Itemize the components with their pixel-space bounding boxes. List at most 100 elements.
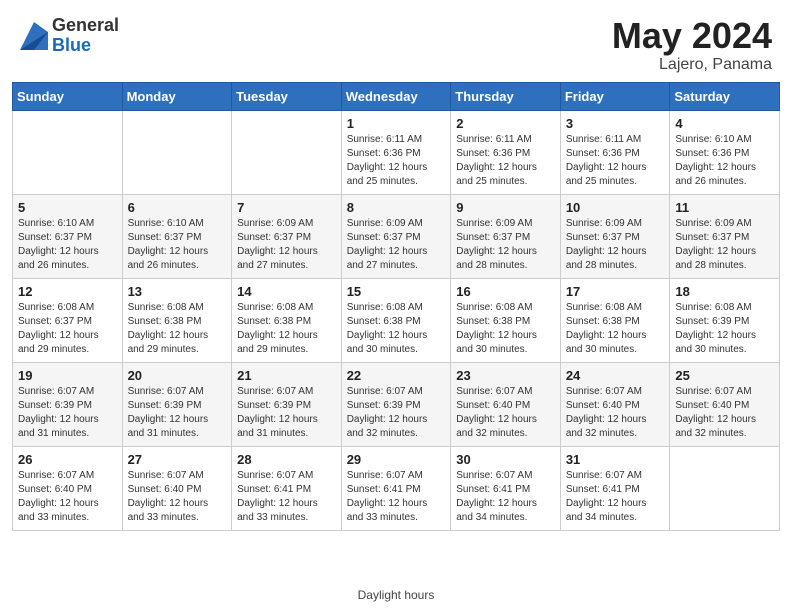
- day-info: Sunrise: 6:07 AMSunset: 6:39 PMDaylight:…: [347, 385, 446, 441]
- logo-text: General Blue: [52, 16, 119, 56]
- calendar-cell: 24 Sunrise: 6:07 AMSunset: 6:40 PMDayligh…: [560, 362, 670, 446]
- calendar-cell: 13Sunrise: 6:08 AMSunset: 6:38 PMDayligh…: [122, 278, 232, 362]
- calendar-cell: 30 Sunrise: 6:07 AMSunset: 6:41 PMDayligh…: [451, 446, 561, 530]
- day-info: Sunrise: 6:09 AMSunset: 6:37 PMDaylight:…: [566, 217, 665, 273]
- header: General Blue May 2024 Lajero, Panama: [0, 0, 792, 82]
- logo-blue-text: Blue: [52, 36, 119, 56]
- header-tuesday: Tuesday: [232, 82, 342, 110]
- day-number: 24: [566, 368, 665, 383]
- page: General Blue May 2024 Lajero, Panama Sun…: [0, 0, 792, 612]
- calendar-cell: 28 Sunrise: 6:07 AMSunset: 6:41 PMDayligh…: [232, 446, 342, 530]
- day-number: 23: [456, 368, 555, 383]
- calendar: Sunday Monday Tuesday Wednesday Thursday…: [0, 82, 792, 582]
- day-info: Sunrise: 6:10 AMSunset: 6:37 PMDaylight:…: [128, 217, 227, 273]
- header-thursday: Thursday: [451, 82, 561, 110]
- day-info: Sunrise: 6:11 AMSunset: 6:36 PMDaylight:…: [566, 133, 665, 189]
- calendar-cell: 4Sunrise: 6:10 AMSunset: 6:36 PMDaylight…: [670, 110, 780, 194]
- calendar-cell: 11Sunrise: 6:09 AMSunset: 6:37 PMDayligh…: [670, 194, 780, 278]
- calendar-cell: [122, 110, 232, 194]
- day-info: Sunrise: 6:09 AMSunset: 6:37 PMDaylight:…: [237, 217, 336, 273]
- day-number: 18: [675, 284, 774, 299]
- calendar-cell: 1 Sunrise: 6:11 AMSunset: 6:36 PMDaylight…: [341, 110, 451, 194]
- header-monday: Monday: [122, 82, 232, 110]
- day-info: Sunrise: 6:09 AMSunset: 6:37 PMDaylight:…: [456, 217, 555, 273]
- calendar-cell: 6 Sunrise: 6:10 AMSunset: 6:37 PMDaylight…: [122, 194, 232, 278]
- calendar-cell: 31Sunrise: 6:07 AMSunset: 6:41 PMDayligh…: [560, 446, 670, 530]
- calendar-cell: [232, 110, 342, 194]
- calendar-cell: 12 Sunrise: 6:08 AMSunset: 6:37 PMDayligh…: [13, 278, 123, 362]
- day-info: Sunrise: 6:07 AMSunset: 6:41 PMDaylight:…: [347, 469, 446, 525]
- day-number: 25: [675, 368, 774, 383]
- day-number: 10: [566, 200, 665, 215]
- header-sunday: Sunday: [13, 82, 123, 110]
- day-number: 4: [675, 116, 774, 131]
- day-number: 7: [237, 200, 336, 215]
- day-info: Sunrise: 6:07 AMSunset: 6:40 PMDaylight:…: [675, 385, 774, 441]
- day-number: 20: [128, 368, 227, 383]
- calendar-week-1: 1 Sunrise: 6:11 AMSunset: 6:36 PMDaylight…: [13, 110, 780, 194]
- day-info: Sunrise: 6:07 AMSunset: 6:40 PMDaylight:…: [456, 385, 555, 441]
- logo-general-text: General: [52, 16, 119, 36]
- weekday-header-row: Sunday Monday Tuesday Wednesday Thursday…: [13, 82, 780, 110]
- calendar-cell: 19Sunrise: 6:07 AMSunset: 6:39 PMDayligh…: [13, 362, 123, 446]
- calendar-title: May 2024: [612, 16, 772, 56]
- day-number: 30: [456, 452, 555, 467]
- day-info: Sunrise: 6:10 AMSunset: 6:37 PMDaylight:…: [18, 217, 117, 273]
- calendar-cell: 5 Sunrise: 6:10 AMSunset: 6:37 PMDaylight…: [13, 194, 123, 278]
- calendar-cell: 17Sunrise: 6:08 AMSunset: 6:38 PMDayligh…: [560, 278, 670, 362]
- day-info: Sunrise: 6:08 AMSunset: 6:38 PMDaylight:…: [237, 301, 336, 357]
- day-number: 5: [18, 200, 117, 215]
- calendar-cell: 2 Sunrise: 6:11 AMSunset: 6:36 PMDaylight…: [451, 110, 561, 194]
- calendar-cell: 29 Sunrise: 6:07 AMSunset: 6:41 PMDayligh…: [341, 446, 451, 530]
- day-number: 3: [566, 116, 665, 131]
- day-info: Sunrise: 6:07 AMSunset: 6:41 PMDaylight:…: [456, 469, 555, 525]
- day-number: 29: [347, 452, 446, 467]
- day-number: 14: [237, 284, 336, 299]
- calendar-cell: 22 Sunrise: 6:07 AMSunset: 6:39 PMDayligh…: [341, 362, 451, 446]
- calendar-cell: 9 Sunrise: 6:09 AMSunset: 6:37 PMDaylight…: [451, 194, 561, 278]
- day-info: Sunrise: 6:07 AMSunset: 6:39 PMDaylight:…: [18, 385, 117, 441]
- header-wednesday: Wednesday: [341, 82, 451, 110]
- day-info: Sunrise: 6:07 AMSunset: 6:41 PMDaylight:…: [566, 469, 665, 525]
- calendar-cell: 10 Sunrise: 6:09 AMSunset: 6:37 PMDayligh…: [560, 194, 670, 278]
- header-friday: Friday: [560, 82, 670, 110]
- day-number: 27: [128, 452, 227, 467]
- calendar-cell: 25 Sunrise: 6:07 AMSunset: 6:40 PMDayligh…: [670, 362, 780, 446]
- day-number: 6: [128, 200, 227, 215]
- calendar-cell: 20 Sunrise: 6:07 AMSunset: 6:39 PMDayligh…: [122, 362, 232, 446]
- day-number: 28: [237, 452, 336, 467]
- day-number: 9: [456, 200, 555, 215]
- day-info: Sunrise: 6:08 AMSunset: 6:38 PMDaylight:…: [347, 301, 446, 357]
- day-number: 15: [347, 284, 446, 299]
- day-info: Sunrise: 6:11 AMSunset: 6:36 PMDaylight:…: [347, 133, 446, 189]
- calendar-cell: 23 Sunrise: 6:07 AMSunset: 6:40 PMDayligh…: [451, 362, 561, 446]
- day-number: 17: [566, 284, 665, 299]
- calendar-week-4: 19Sunrise: 6:07 AMSunset: 6:39 PMDayligh…: [13, 362, 780, 446]
- calendar-week-2: 5 Sunrise: 6:10 AMSunset: 6:37 PMDaylight…: [13, 194, 780, 278]
- day-number: 22: [347, 368, 446, 383]
- title-block: May 2024 Lajero, Panama: [612, 16, 772, 74]
- day-info: Sunrise: 6:08 AMSunset: 6:39 PMDaylight:…: [675, 301, 774, 357]
- day-info: Sunrise: 6:07 AMSunset: 6:40 PMDaylight:…: [566, 385, 665, 441]
- calendar-cell: 18 Sunrise: 6:08 AMSunset: 6:39 PMDayligh…: [670, 278, 780, 362]
- footer: Daylight hours: [0, 582, 792, 612]
- day-info: Sunrise: 6:11 AMSunset: 6:36 PMDaylight:…: [456, 133, 555, 189]
- calendar-week-5: 26Sunrise: 6:07 AMSunset: 6:40 PMDayligh…: [13, 446, 780, 530]
- calendar-cell: 27 Sunrise: 6:07 AMSunset: 6:40 PMDayligh…: [122, 446, 232, 530]
- day-number: 2: [456, 116, 555, 131]
- day-info: Sunrise: 6:07 AMSunset: 6:41 PMDaylight:…: [237, 469, 336, 525]
- day-info: Sunrise: 6:08 AMSunset: 6:38 PMDaylight:…: [456, 301, 555, 357]
- day-info: Sunrise: 6:07 AMSunset: 6:39 PMDaylight:…: [237, 385, 336, 441]
- day-number: 8: [347, 200, 446, 215]
- day-info: Sunrise: 6:08 AMSunset: 6:37 PMDaylight:…: [18, 301, 117, 357]
- calendar-cell: 21Sunrise: 6:07 AMSunset: 6:39 PMDayligh…: [232, 362, 342, 446]
- day-number: 1: [347, 116, 446, 131]
- day-number: 12: [18, 284, 117, 299]
- day-info: Sunrise: 6:07 AMSunset: 6:39 PMDaylight:…: [128, 385, 227, 441]
- day-info: Sunrise: 6:07 AMSunset: 6:40 PMDaylight:…: [128, 469, 227, 525]
- logo-icon: [20, 22, 48, 50]
- day-info: Sunrise: 6:08 AMSunset: 6:38 PMDaylight:…: [128, 301, 227, 357]
- calendar-cell: [13, 110, 123, 194]
- calendar-cell: 3 Sunrise: 6:11 AMSunset: 6:36 PMDaylight…: [560, 110, 670, 194]
- calendar-location: Lajero, Panama: [612, 56, 772, 74]
